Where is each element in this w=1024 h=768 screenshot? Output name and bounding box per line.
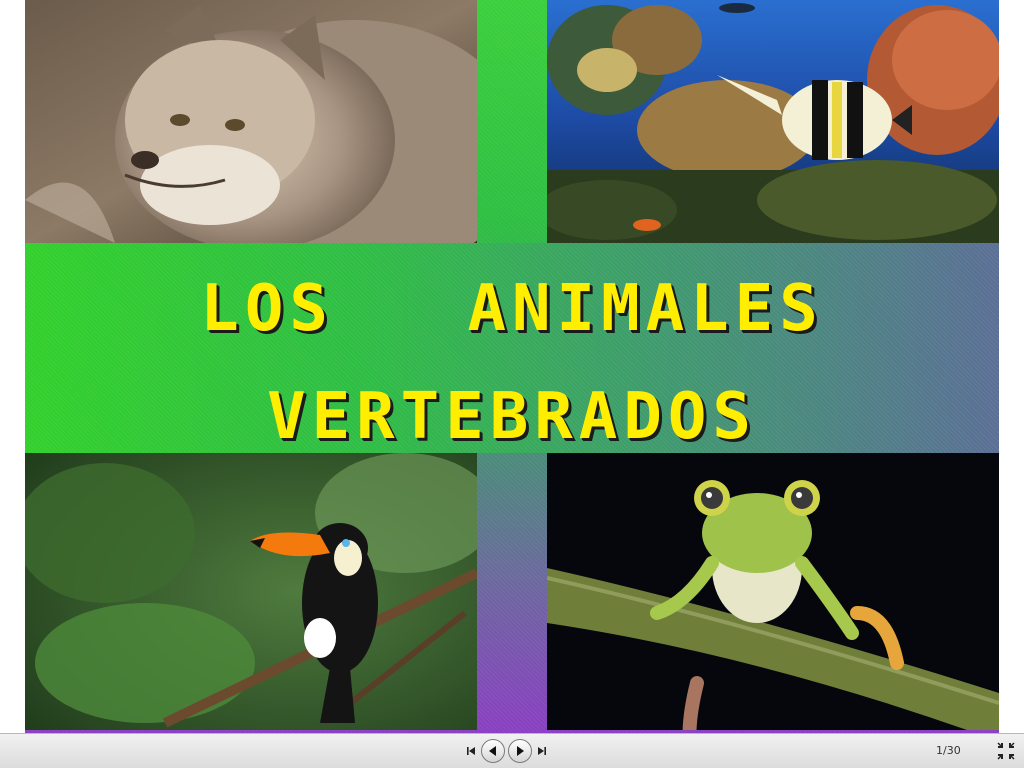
skip-to-last-icon[interactable]	[535, 744, 549, 758]
next-slide-icon	[517, 746, 524, 756]
slide: LOS ANIMALES VERTEBRADOS	[25, 0, 999, 733]
next-slide-button[interactable]	[508, 739, 532, 763]
exit-fullscreen-icon[interactable]	[996, 741, 1016, 761]
slide-navigation	[464, 738, 549, 764]
slide-title-line-2: VERTEBRADOS	[267, 380, 757, 454]
lynx-photo	[25, 0, 477, 243]
slide-stage: LOS ANIMALES VERTEBRADOS	[0, 0, 1024, 733]
player-control-bar: 1/30	[0, 733, 1024, 768]
slide-title-line-1: LOS ANIMALES	[200, 272, 824, 346]
slide-counter: 1/30	[936, 744, 961, 757]
previous-slide-icon	[489, 746, 496, 756]
previous-slide-button[interactable]	[481, 739, 505, 763]
toucan-photo	[25, 453, 477, 730]
skip-to-first-icon[interactable]	[464, 744, 478, 758]
fish-photo	[547, 0, 999, 243]
frog-photo	[547, 453, 999, 730]
